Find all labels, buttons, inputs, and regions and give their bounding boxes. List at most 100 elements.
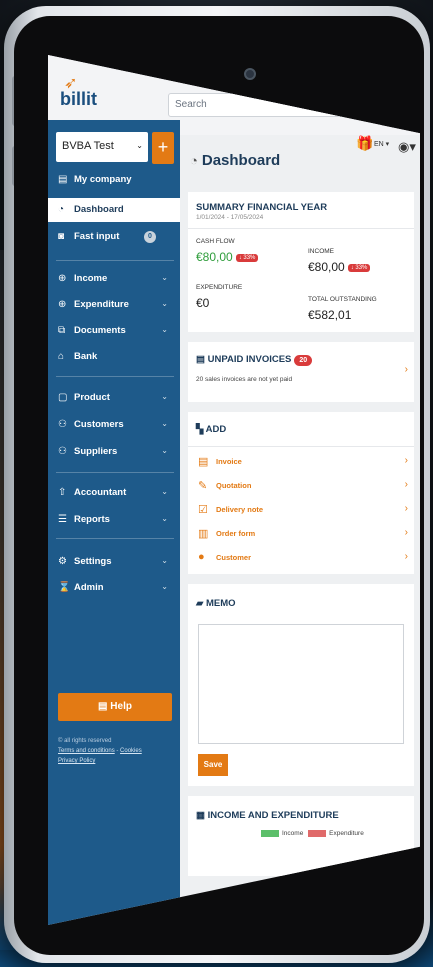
footer-privacy: Privacy Policy	[58, 758, 95, 764]
document-icon: ▤	[196, 354, 205, 365]
sidebar-item-label: Documents	[74, 325, 126, 336]
sidebar-item-bank[interactable]: ⌂ Bank	[48, 345, 180, 369]
help-button[interactable]: ▤ Help	[58, 693, 172, 721]
unpaid-invoices-note: 20 sales invoices are not yet paid	[196, 376, 293, 383]
sidebar-item-accountant[interactable]: ⇧ Accountant ⌄	[48, 481, 180, 505]
income-label: INCOME	[308, 248, 334, 255]
unpaid-invoices-title: ▤ UNPAID INVOICES 20	[196, 354, 313, 366]
copyright-text: © all rights reserved	[58, 738, 112, 744]
add-button[interactable]: +	[152, 132, 174, 164]
expenditure-legend-label: Expenditure	[329, 830, 364, 838]
delivery-note-icon: ☑	[198, 504, 208, 516]
memo-icon: ▰	[196, 598, 204, 609]
add-invoice-link[interactable]: ▤ Invoice ›	[188, 450, 414, 474]
billit-logo[interactable]: ➶ billit	[60, 73, 110, 113]
sidebar-item-documents[interactable]: ⧉ Documents ⌄	[48, 319, 180, 343]
sidebar-item-label: Expenditure	[74, 299, 129, 310]
sidebar-item-label: Suppliers	[74, 446, 118, 457]
income-legend-swatch	[261, 830, 279, 837]
unpaid-invoices-card[interactable]: ▤ UNPAID INVOICES 20 20 sales invoices ar…	[188, 342, 414, 402]
unpaid-count-badge: 20	[294, 355, 313, 366]
count-badge: 0	[144, 231, 156, 243]
outstanding-label: TOTAL OUTSTANDING	[308, 296, 377, 303]
sidebar-item-suppliers[interactable]: ⚇ Suppliers ⌄	[48, 440, 180, 464]
add-item-label: Invoice	[216, 457, 242, 466]
camera-icon	[244, 68, 256, 80]
dashboard-icon: ◔	[58, 204, 65, 215]
sidebar-item-fast-input[interactable]: ◙ Fast input 0	[48, 225, 180, 249]
add-customer-link[interactable]: ● Customer ›	[188, 546, 414, 570]
terms-link[interactable]: Terms and conditions	[58, 748, 115, 754]
divider	[188, 228, 414, 229]
divider	[188, 446, 414, 447]
add-delivery-note-link[interactable]: ☑ Delivery note ›	[188, 498, 414, 522]
chevron-right-icon: ›	[404, 455, 408, 466]
divider	[56, 472, 174, 473]
company-selector[interactable]: BVBA Test ⌄	[56, 132, 148, 162]
outstanding-value: €582,01	[308, 308, 352, 322]
chevron-right-icon: ›	[404, 503, 408, 514]
sidebar-item-customers[interactable]: ⚇ Customers ⌄	[48, 413, 180, 437]
chevron-down-icon: ⌄	[161, 299, 168, 308]
sidebar-item-admin[interactable]: ⌛ Admin ⌄	[48, 576, 180, 600]
cash-flow-value: €80,00 ↓ 33%	[196, 250, 259, 264]
sidebar-item-income[interactable]: ⊕ Income ⌄	[48, 267, 180, 291]
summary-period: 1/01/2024 - 17/05/2024	[196, 214, 264, 221]
bank-icon: ⌂	[58, 351, 65, 362]
suppliers-icon: ⚇	[58, 446, 67, 457]
arrow-up-circle-icon: ⊕	[58, 299, 67, 310]
sidebar-item-reports[interactable]: ☰ Reports ⌄	[48, 508, 180, 532]
sidebar-item-label: Accountant	[74, 487, 127, 498]
chevron-down-icon: ⌄	[136, 141, 143, 150]
accountant-icon: ⇧	[58, 487, 67, 498]
sidebar-item-expenditure[interactable]: ⊕ Expenditure ⌄	[48, 293, 180, 317]
camera-icon: ◙	[58, 231, 65, 242]
product-icon: ▢	[58, 392, 68, 403]
expenditure-value: €0	[196, 296, 210, 310]
reports-icon: ☰	[58, 514, 67, 525]
add-card: ▚ ADD ▤ Invoice › ✎ Quotation › ☑ Delivery no…	[188, 412, 414, 574]
cash-flow-change-badge: ↓ 33%	[235, 253, 259, 262]
income-legend-label: Income	[282, 830, 304, 838]
sidebar-item-settings[interactable]: ⚙ Settings ⌄	[48, 550, 180, 574]
memo-textarea[interactable]	[198, 624, 404, 744]
chart-legend: Income Expenditure	[258, 830, 364, 837]
sidebar-item-label: Income	[74, 273, 108, 284]
order-form-icon: ▥	[198, 528, 209, 540]
sidebar-item-my-company[interactable]: ▤ My company	[48, 168, 180, 192]
save-button[interactable]: Save	[198, 754, 228, 776]
chevron-down-icon: ⌄	[161, 582, 168, 591]
grid-icon: ▚	[196, 424, 204, 435]
sidebar-item-label: Dashboard	[74, 204, 124, 215]
chart-icon: ▦	[196, 810, 205, 821]
help-label: Help	[110, 701, 132, 712]
divider	[56, 260, 174, 261]
chevron-right-icon: ›	[404, 527, 408, 538]
cookies-link[interactable]: Cookies	[120, 748, 142, 754]
income-value: €80,00 ↓ 33%	[308, 260, 371, 274]
chevron-down-icon: ⌄	[161, 273, 168, 282]
unpaid-invoices-label: UNPAID INVOICES	[207, 354, 292, 365]
chevron-down-icon: ⌄	[161, 419, 168, 428]
add-label: ADD	[205, 424, 227, 435]
sidebar-item-product[interactable]: ▢ Product ⌄	[48, 386, 180, 410]
privacy-link[interactable]: Privacy Policy	[58, 758, 95, 764]
add-item-label: Customer	[216, 553, 252, 562]
sidebar: BVBA Test ⌄ + ▤ My company ◔ Dashboard ◙ Fa…	[48, 120, 180, 925]
sidebar-item-label: Product	[74, 392, 110, 403]
income-expenditure-label: INCOME AND EXPENDITURE	[207, 810, 339, 821]
add-quotation-link[interactable]: ✎ Quotation ›	[188, 474, 414, 498]
divider	[56, 538, 174, 539]
add-order-form-link[interactable]: ▥ Order form ›	[188, 522, 414, 546]
settings-icon: ⚙	[58, 556, 67, 567]
summary-title: SUMMARY FINANCIAL YEAR	[196, 202, 328, 213]
chevron-down-icon: ⌄	[161, 392, 168, 401]
chevron-down-icon: ⌄	[161, 325, 168, 334]
memo-card: ▰ MEMO Save	[188, 584, 414, 786]
divider	[56, 376, 174, 377]
sidebar-item-dashboard[interactable]: ◔ Dashboard	[48, 198, 180, 222]
sidebar-item-label: Settings	[74, 556, 112, 567]
chat-icon: ▤	[98, 701, 108, 712]
memo-label: MEMO	[205, 598, 236, 609]
chevron-right-icon: ›	[404, 364, 408, 375]
